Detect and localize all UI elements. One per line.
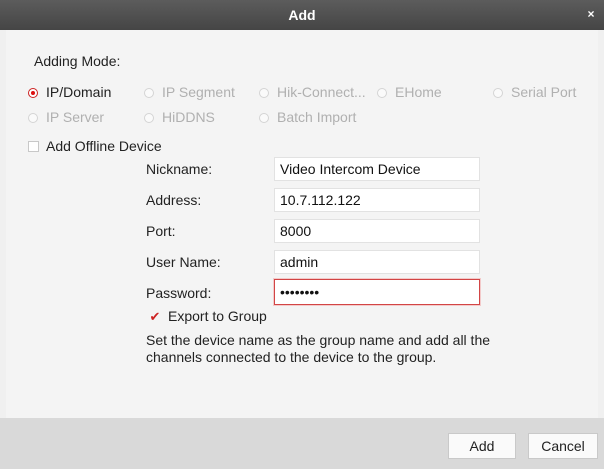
- port-label: Port:: [146, 223, 176, 239]
- password-label: Password:: [146, 285, 212, 301]
- cancel-button[interactable]: Cancel: [528, 433, 598, 459]
- radio-label: IP Segment: [162, 84, 235, 100]
- radio-hiddns[interactable]: HiDDNS: [144, 109, 215, 127]
- close-icon[interactable]: ×: [584, 7, 598, 21]
- radio-label: HiDDNS: [162, 109, 215, 125]
- title-bar: Add ×: [0, 0, 604, 30]
- radio-icon: [493, 88, 503, 98]
- radio-selected-icon: [28, 88, 38, 98]
- export-hint: Set the device name as the group name an…: [146, 332, 491, 365]
- window-title: Add: [288, 7, 316, 23]
- radio-icon: [28, 113, 38, 123]
- radio-icon: [144, 88, 154, 98]
- username-field[interactable]: [274, 250, 480, 274]
- radio-ip-segment[interactable]: IP Segment: [144, 84, 235, 102]
- radio-label: IP Server: [46, 109, 105, 125]
- radio-label: Hik-Connect...: [277, 84, 366, 100]
- port-field[interactable]: [274, 219, 480, 243]
- nickname-field[interactable]: [274, 157, 480, 181]
- radio-label: EHome: [395, 84, 442, 100]
- radio-batch-import[interactable]: Batch Import: [259, 109, 356, 127]
- add-button[interactable]: Add: [448, 433, 516, 459]
- address-label: Address:: [146, 192, 202, 208]
- radio-hik-connect[interactable]: Hik-Connect...: [259, 84, 366, 102]
- radio-ip-server[interactable]: IP Server: [28, 109, 104, 127]
- offline-checkbox[interactable]: [28, 141, 39, 152]
- radio-ehome[interactable]: EHome: [377, 84, 442, 102]
- adding-mode-label: Adding Mode:: [34, 53, 121, 69]
- export-checkbox[interactable]: ✔: [149, 310, 161, 323]
- offline-label: Add Offline Device: [46, 138, 162, 154]
- username-label: User Name:: [146, 254, 221, 270]
- radio-ip-domain[interactable]: IP/Domain: [28, 84, 111, 102]
- password-field[interactable]: [274, 279, 480, 305]
- radio-icon: [259, 88, 269, 98]
- export-label: Export to Group: [168, 308, 267, 324]
- radio-icon: [377, 88, 387, 98]
- address-field[interactable]: [274, 188, 480, 212]
- radio-icon: [144, 113, 154, 123]
- radio-serial-port[interactable]: Serial Port: [493, 84, 576, 102]
- nickname-label: Nickname:: [146, 161, 213, 177]
- radio-icon: [259, 113, 269, 123]
- radio-label: Serial Port: [511, 84, 577, 100]
- radio-label: Batch Import: [277, 109, 357, 125]
- radio-label: IP/Domain: [46, 84, 112, 100]
